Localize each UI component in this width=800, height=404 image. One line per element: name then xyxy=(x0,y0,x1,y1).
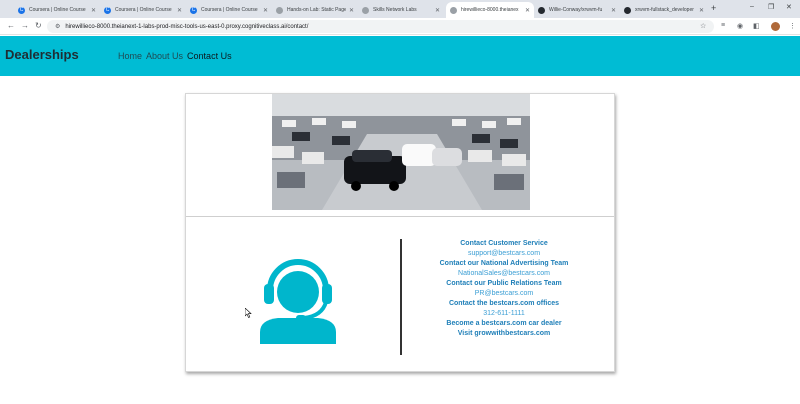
contact-heading: Contact the bestcars.com offices xyxy=(448,300,560,307)
coursera-favicon-icon: C xyxy=(190,6,197,14)
browser-tab[interactable]: C Coursera | Online Course ✕ xyxy=(186,2,272,18)
extension-icon[interactable]: ◉ xyxy=(737,22,743,30)
browser-tab[interactable]: C Coursera | Online Course ✕ xyxy=(100,2,186,18)
contact-email-link[interactable]: PR@bestcars.com xyxy=(412,289,596,299)
back-icon[interactable]: ← xyxy=(7,21,15,30)
tab-title: Coursera | Online Course xyxy=(29,7,86,13)
contact-heading: Contact our Public Relations Team xyxy=(446,280,562,287)
browser-tab[interactable]: C Coursera | Online Course ✕ xyxy=(14,2,100,18)
browser-tab[interactable]: xrwvm-fullstack_developer ✕ xyxy=(620,2,708,18)
tab-title: Coursera | Online Course xyxy=(115,7,172,13)
skills-network-favicon-icon xyxy=(362,6,369,14)
close-tab-icon[interactable]: ✕ xyxy=(91,7,96,14)
customer-support-headset-icon xyxy=(256,250,340,344)
contact-phone: 312-611-1111 xyxy=(483,310,525,317)
tab-title: hirewillieco-8000.theianex xyxy=(461,7,519,13)
close-tab-icon[interactable]: ✕ xyxy=(263,7,268,14)
address-bar[interactable]: ⚙ hirewillieco-8000.theianext-1-labs-pro… xyxy=(47,20,714,33)
tab-title: Coursera | Online Course xyxy=(201,7,258,13)
profile-avatar[interactable] xyxy=(771,22,780,31)
close-tab-icon[interactable]: ✕ xyxy=(525,7,530,14)
browser-tab[interactable]: Skills Network Labs ✕ xyxy=(358,2,444,18)
forward-icon[interactable]: → xyxy=(21,21,29,30)
close-tab-icon[interactable]: ✕ xyxy=(699,7,704,14)
contact-heading: Contact Customer Service xyxy=(460,240,548,247)
vertical-divider xyxy=(400,239,402,355)
contact-email-link[interactable]: support@bestcars.com xyxy=(412,249,596,259)
dealer-signup-link[interactable]: Become a bestcars.com car dealer xyxy=(412,319,596,329)
github-favicon-icon xyxy=(538,6,545,14)
growwithbestcars-link[interactable]: Visit growwithbestcars.com xyxy=(412,329,596,339)
tab-title: xrwvm-fullstack_developer xyxy=(635,7,694,13)
close-tab-icon[interactable]: ✕ xyxy=(177,7,182,14)
new-tab-icon[interactable]: + xyxy=(711,3,716,13)
tab-title: Willie-Conway/xrwvm-fu xyxy=(549,7,603,13)
car-lot-image xyxy=(272,94,530,210)
coursera-favicon-icon: C xyxy=(18,6,25,14)
nav-link-about[interactable]: About Us xyxy=(146,51,183,61)
close-tab-icon[interactable]: ✕ xyxy=(349,7,354,14)
nav-link-home[interactable]: Home xyxy=(118,51,142,61)
minimize-icon[interactable]: – xyxy=(750,3,754,10)
contact-list: Contact Customer Service support@bestcar… xyxy=(412,239,596,339)
reload-icon[interactable]: ↻ xyxy=(35,21,42,30)
browser-tab-active[interactable]: hirewillieco-8000.theianex ✕ xyxy=(446,2,534,18)
site-navbar: Dealerships Home About Us Contact Us xyxy=(0,36,800,76)
extensions-puzzle-icon[interactable]: ◧ xyxy=(753,22,760,30)
browser-toolbar: ← → ↻ ⚙ hirewillieco-8000.theianext-1-la… xyxy=(0,18,800,35)
section-divider xyxy=(186,216,614,217)
browser-tab-strip: C Coursera | Online Course ✕ C Coursera … xyxy=(0,0,800,18)
browser-tab[interactable]: Willie-Conway/xrwvm-fu ✕ xyxy=(534,2,620,18)
brand-title[interactable]: Dealerships xyxy=(5,47,79,62)
reading-list-icon[interactable]: ≡ xyxy=(721,22,725,29)
contact-heading: Contact our National Advertising Team xyxy=(439,260,569,267)
close-window-icon[interactable]: ✕ xyxy=(786,3,792,11)
close-tab-icon[interactable]: ✕ xyxy=(611,7,616,14)
site-info-icon[interactable]: ⚙ xyxy=(55,23,60,30)
browser-menu-icon[interactable]: ⋮ xyxy=(789,22,796,30)
mouse-cursor-icon xyxy=(245,308,252,318)
close-tab-icon[interactable]: ✕ xyxy=(435,7,440,14)
coursera-favicon-icon: C xyxy=(104,6,111,14)
github-favicon-icon xyxy=(624,6,631,14)
nav-link-contact[interactable]: Contact Us xyxy=(187,51,232,61)
restore-icon[interactable]: ❐ xyxy=(768,3,774,11)
contact-card: Contact Customer Service support@bestcar… xyxy=(185,93,615,372)
url-text: hirewillieco-8000.theianext-1-labs-prod-… xyxy=(65,23,309,30)
tab-title: Hands-on Lab: Static Page xyxy=(287,7,346,13)
page-favicon-icon xyxy=(276,6,283,14)
page-favicon-icon xyxy=(450,6,457,14)
bookmark-star-icon[interactable]: ☆ xyxy=(700,22,706,30)
contact-email-link[interactable]: NationalSales@bestcars.com xyxy=(412,269,596,279)
browser-tab[interactable]: Hands-on Lab: Static Page ✕ xyxy=(272,2,358,18)
nav-links: Home About Us Contact Us xyxy=(118,51,232,61)
tab-title: Skills Network Labs xyxy=(373,7,417,13)
